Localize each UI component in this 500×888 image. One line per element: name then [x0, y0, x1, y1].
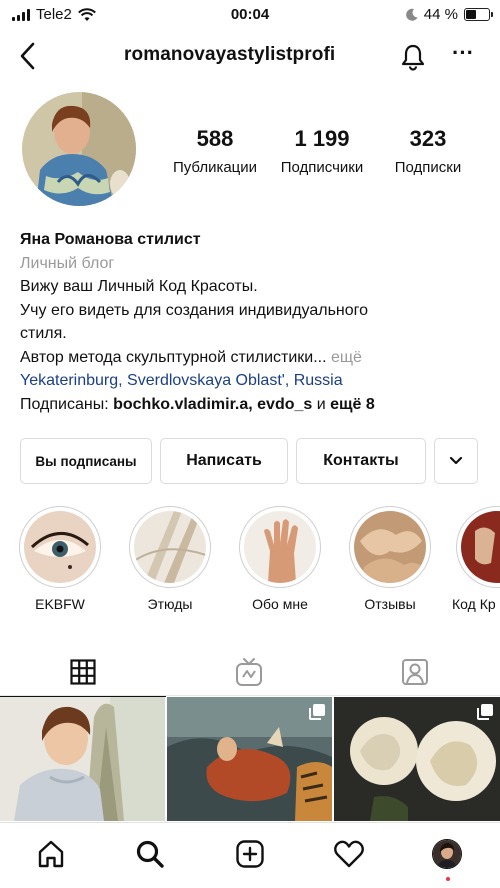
suggestions-dropdown-button[interactable]	[434, 438, 478, 484]
highlight-item[interactable]: Обо мне	[235, 506, 325, 612]
highlight-label: Этюды	[147, 596, 193, 612]
status-right: 44 %	[405, 6, 493, 23]
battery-icon	[464, 8, 493, 21]
battery-percent: 44 %	[423, 6, 458, 23]
highlight-item[interactable]: Отзывы	[345, 506, 435, 612]
highlight-cover	[244, 511, 316, 583]
grid-icon	[70, 659, 96, 685]
highlight-item[interactable]: Код Кр	[452, 506, 500, 612]
post-grid	[0, 697, 500, 821]
search-icon	[136, 840, 164, 868]
profile-avatar[interactable]	[22, 92, 136, 206]
avatar-image	[22, 92, 136, 206]
nav-activity[interactable]	[332, 837, 366, 871]
highlight-item[interactable]: Этюды	[125, 506, 215, 612]
tagged-user-icon	[402, 659, 428, 685]
moon-icon	[405, 8, 418, 21]
highlight-ring	[129, 506, 211, 588]
bio-line: Вижу ваш Личный Код Красоты.	[20, 278, 258, 295]
highlight-cover	[354, 511, 426, 583]
followed-by-prefix: Подписаны:	[20, 395, 114, 413]
highlight-ring	[456, 506, 500, 588]
posts-label: Публикации	[172, 159, 258, 176]
carousel-icon	[477, 704, 493, 720]
highlight-ring	[239, 506, 321, 588]
profile-name: Яна Романова стилист	[20, 231, 201, 248]
highlight-label: Отзывы	[364, 596, 416, 612]
highlight-label: Обо мне	[252, 596, 308, 612]
status-bar: Tele2 00:04 44 %	[0, 0, 500, 30]
heart-icon	[334, 840, 364, 868]
nav-new-post[interactable]	[233, 837, 267, 871]
profile-bio: Яна Романова стилист Личный блог Вижу ва…	[20, 228, 490, 416]
highlight-label: EKBFW	[35, 596, 85, 612]
following-label: Подписки	[394, 159, 462, 176]
tab-grid[interactable]	[0, 648, 166, 697]
back-icon[interactable]	[14, 40, 42, 72]
stat-following[interactable]: 323 Подписки	[376, 126, 480, 176]
carousel-icon	[309, 704, 325, 720]
followed-by-suffix: и	[312, 395, 331, 413]
more-options-icon[interactable]: ···	[450, 42, 476, 72]
profile-category: Личный блог	[20, 254, 115, 272]
battery-fill	[466, 10, 476, 19]
bio-line: Автор метода скульптурной стилистики...	[20, 348, 327, 366]
following-count: 323	[409, 126, 447, 151]
chevron-down-icon	[449, 456, 463, 465]
highlight-item[interactable]: EKBFW	[15, 506, 105, 612]
bio-line: стиля.	[20, 325, 67, 342]
igtv-icon	[236, 658, 262, 686]
posts-count: 588	[196, 126, 234, 151]
home-icon	[38, 840, 64, 868]
highlight-ring	[349, 506, 431, 588]
highlight-label: Код Кр	[452, 596, 496, 612]
notification-dot	[446, 877, 450, 881]
tab-igtv[interactable]	[166, 648, 332, 696]
nav-search[interactable]	[133, 837, 167, 871]
message-button[interactable]: Написать	[160, 438, 288, 484]
highlight-cover	[134, 511, 206, 583]
story-highlights: EKBFW Этюды Обо мне Отзывы Код Кр	[0, 506, 500, 624]
post-thumbnail[interactable]	[334, 697, 500, 821]
stat-posts[interactable]: 588 Публикации	[160, 126, 270, 176]
nav-profile[interactable]	[430, 837, 464, 871]
bottom-navigation	[0, 822, 500, 888]
highlight-ring	[19, 506, 101, 588]
nav-home[interactable]	[34, 837, 68, 871]
highlight-cover	[24, 511, 96, 583]
followed-by-names: bochko.vladimir.a, evdo_s	[113, 395, 313, 413]
tab-tagged[interactable]	[332, 648, 498, 696]
following-button[interactable]: Вы подписаны	[20, 438, 152, 484]
bio-line: Учу его видеть для создания индивидуальн…	[20, 301, 369, 319]
followers-count: 1 199	[294, 126, 350, 151]
post-thumbnail[interactable]	[0, 697, 165, 821]
profile-username: romanovayastylistprofi	[124, 44, 336, 65]
profile-header: romanovayastylistprofi ···	[0, 34, 500, 78]
location-link[interactable]: Yekaterinburg, Sverdlovskaya Oblast', Ru…	[20, 369, 490, 393]
profile-tabs	[0, 648, 500, 697]
bio-more-link[interactable]: ещё	[327, 349, 362, 366]
highlight-cover	[461, 511, 500, 583]
post-thumbnail[interactable]	[167, 697, 332, 821]
add-post-icon	[236, 840, 264, 868]
profile-stats: 588 Публикации 1 199 Подписчики 323 Подп…	[160, 126, 490, 176]
contacts-button[interactable]: Контакты	[296, 438, 426, 484]
stat-followers[interactable]: 1 199 Подписчики	[268, 126, 376, 176]
bio-line-last: Автор метода скульптурной стилистики... …	[20, 346, 490, 370]
followed-by[interactable]: Подписаны: bochko.vladimir.a, evdo_s и е…	[20, 393, 490, 417]
bell-icon[interactable]	[398, 42, 428, 72]
followed-by-more: ещё 8	[330, 395, 375, 413]
profile-avatar-small	[432, 839, 462, 869]
followers-label: Подписчики	[280, 159, 364, 176]
